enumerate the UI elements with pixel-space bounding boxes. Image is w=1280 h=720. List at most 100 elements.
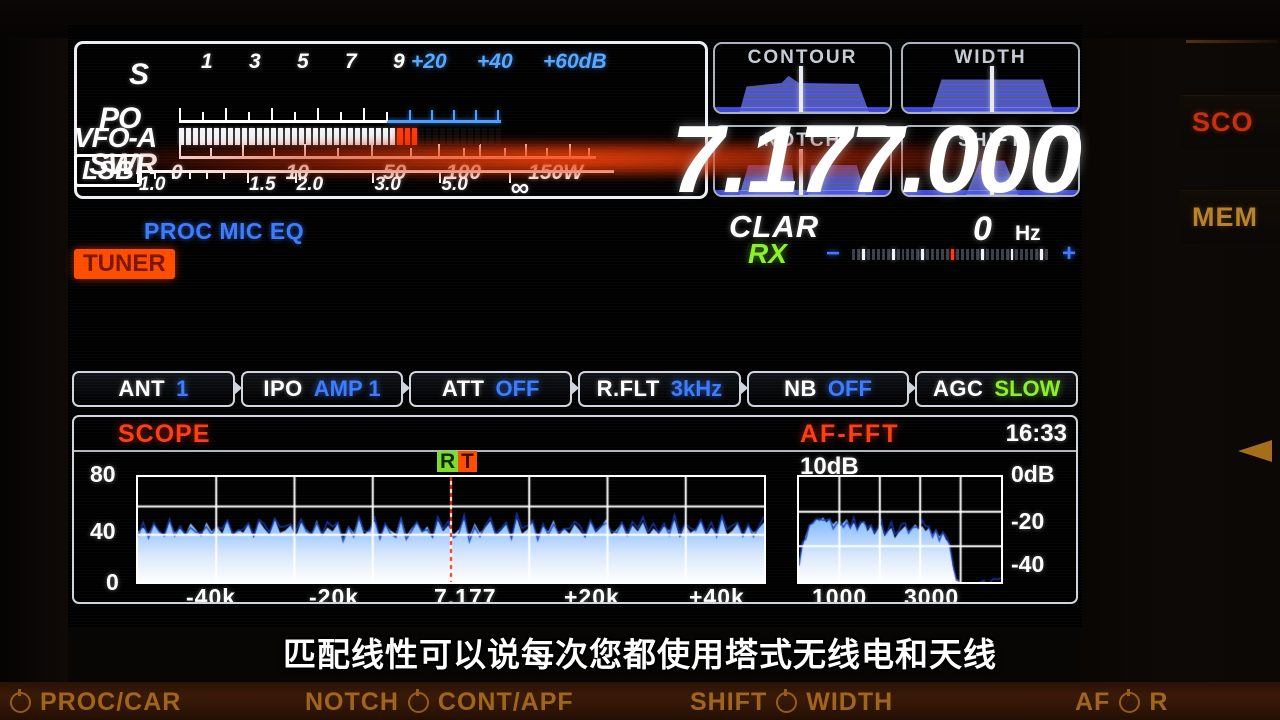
rt-badge: R T [437,451,477,472]
clarifier-segment [852,249,855,260]
scope-x-tick-2: 7.177 [434,584,497,604]
clarifier-segment [1030,249,1034,260]
clarifier-segment [1015,249,1019,260]
clarifier-segment [985,249,989,260]
bottom-control-2[interactable]: SHIFT WIDTH [690,688,893,717]
swr-scale-tick-4: 5.0 [441,174,468,195]
clarifier-segment [956,249,959,260]
clarifier-segment [1005,249,1009,260]
bottom-control-3[interactable]: AF R [1075,688,1168,717]
bottom-control-label-right: CONT/APF [437,688,574,716]
band-scope-canvas [138,477,764,582]
s-scale-tick-3: 3 [249,50,261,73]
function-button-agc[interactable]: AGC SLOW [915,371,1079,407]
clarifier-segment [856,249,860,260]
vfo-label: VFO-A [74,122,157,153]
function-button-value: OFF [495,376,540,401]
s-scale-tick-7: 7 [345,50,357,73]
s-tick [340,112,342,121]
dsp-panel-width[interactable]: WIDTH [901,42,1080,114]
scope-x-tick-3: +20k [564,584,620,604]
af-x-tick-1: 3000 [904,584,960,604]
clarifier-segment [926,249,930,260]
clarifier-segment [931,249,935,260]
s-tick-db [409,110,411,121]
function-button-value: OFF [827,376,872,401]
rt-badge-t: T [458,451,477,472]
bottom-control-label-left: SHIFT [690,688,768,716]
clarifier-segment [975,249,979,260]
function-button-key: NB [784,376,817,401]
scope-x-tick-0: -40k [186,584,237,604]
scope-x-tick-4: +40k [689,584,745,604]
dsp-panel-contour[interactable]: CONTOUR [713,42,892,114]
meter-row-label-s: S [129,58,149,91]
bottom-control-0[interactable]: PROC/CAR [10,688,181,717]
scope-y-tick-40: 40 [90,518,116,544]
s-tick [248,112,250,121]
bottom-control-label-left: PROC/CAR [40,688,182,716]
function-button-rflt[interactable]: R.FLT 3kHz [578,371,748,407]
side-button-mem[interactable]: MEM [1180,190,1280,244]
band-scope-plot[interactable] [136,475,766,584]
clarifier-scale: − + [826,242,1076,266]
tuner-badge[interactable]: TUNER [74,249,175,279]
clarifier-segment [951,249,955,260]
frequency-display: 7.177.000 [670,106,1082,213]
s-scale-axis-blue [387,120,501,123]
bottom-control-label-left: AF [1075,688,1111,716]
clarifier-segment [1000,249,1004,260]
triangle-indicator-icon [1238,440,1272,462]
function-button-key: ATT [441,376,485,401]
side-button-scope[interactable]: SCO [1180,95,1280,149]
function-button-ant[interactable]: ANT 1 [72,371,242,407]
clarifier-unit: Hz [1015,222,1041,245]
knob-icon [776,689,798,713]
s-tick-db [431,110,433,121]
s-tick [225,108,227,121]
af-fft-plot[interactable] [797,475,1003,584]
knob-icon [407,689,429,713]
bottom-control-label-left: NOTCH [305,688,399,716]
s-scale-db-tick-1: +40 [477,50,513,73]
s-tick-db [453,110,455,121]
function-button-ipo[interactable]: IPO AMP 1 [240,371,411,407]
clarifier-segment [995,249,999,260]
lcd-screen: S PO SWR 13579+20+40+60dB01050100150W1.0… [68,24,1082,628]
af-y-tick-1: -20 [1011,508,1045,534]
mode-badge[interactable]: LSB [74,154,142,187]
scope-panel: SCOPE AF-FFT 16:33 10dB R T 80 40 0 -40k -20… [72,415,1078,604]
clarifier-segment [881,249,885,260]
side-button-scope-label: SCO [1192,107,1254,137]
s-tick [202,112,204,121]
bottom-control-label-right: R [1149,688,1169,716]
clarifier-bargraph [852,249,1049,260]
clarifier-segment [1045,249,1049,260]
function-button-key: R.FLT [596,376,660,401]
side-button-mem-label: MEM [1192,202,1258,232]
function-button-nb[interactable]: NB OFF [746,371,917,407]
clarifier-segment [1010,249,1014,260]
s-scale-db-tick-2: +60dB [543,50,607,73]
s-tick [386,112,388,121]
function-button-key: AGC [933,376,984,401]
clarifier-segment [936,249,940,260]
s-scale-tick-9: 9 [393,50,405,73]
proc-mic-eq-indicator: PROC MIC EQ [144,218,305,244]
function-button-att[interactable]: ATT OFF [409,371,579,407]
clarifier-segment [911,249,915,260]
bottom-control-1[interactable]: NOTCH CONT/APF [305,688,574,717]
clarifier-segment [965,249,969,260]
clarifier-segment [1020,249,1024,260]
swr-scale-tick-0: 1.0 [139,174,166,195]
af-y-tick-0: 0dB [1011,461,1055,487]
function-button-value: 3kHz [670,376,723,401]
scope-header [74,417,1076,452]
clarifier-segment [871,249,875,260]
clarifier-segment [861,249,865,260]
clarifier-segment [1035,249,1039,260]
clarifier-segment [921,249,925,260]
swr-scale-tick-1: 1.5 [249,174,276,195]
clarifier-segment [891,249,895,260]
clarifier-segment [960,249,964,260]
